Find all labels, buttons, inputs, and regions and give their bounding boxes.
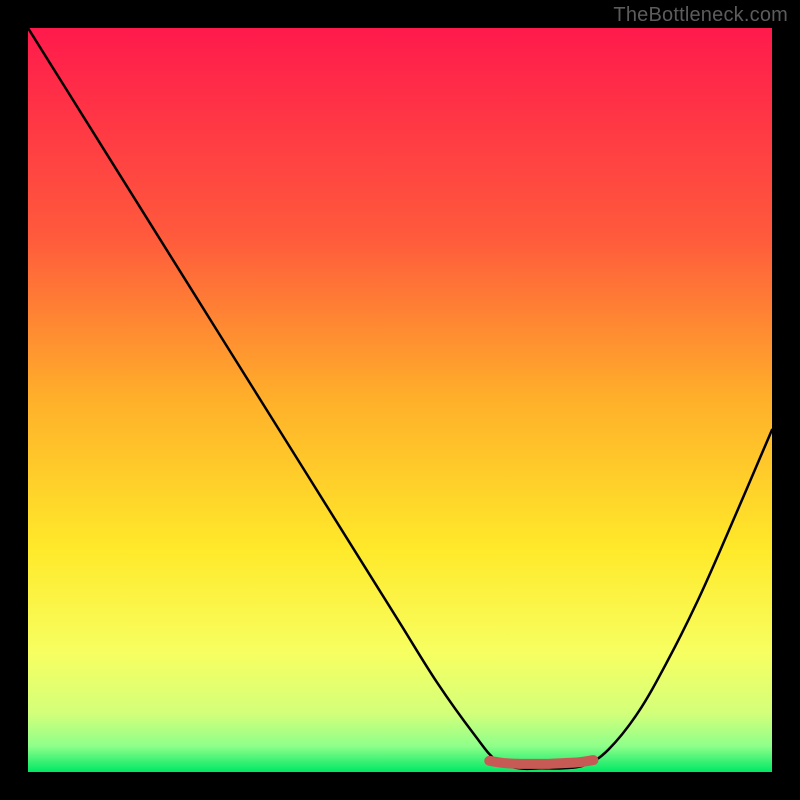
optimal-band (489, 760, 593, 764)
bottleneck-chart (28, 28, 772, 772)
gradient-background (28, 28, 772, 772)
chart-frame: TheBottleneck.com (0, 0, 800, 800)
watermark-label: TheBottleneck.com (613, 4, 788, 27)
plot-area (28, 28, 772, 772)
